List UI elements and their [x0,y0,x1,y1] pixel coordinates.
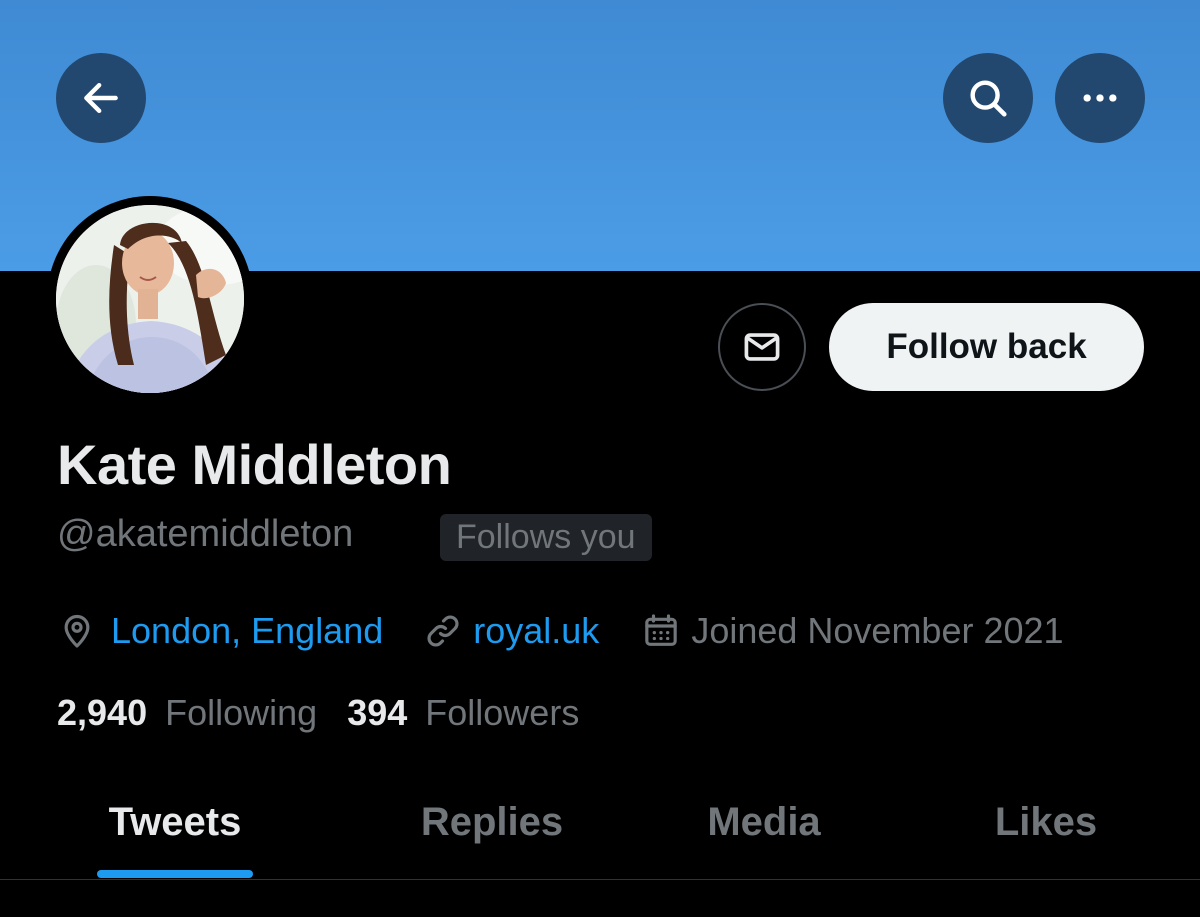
following-label: Following [165,692,318,733]
following-stat[interactable]: 2,940 Following [57,692,317,734]
location-pin-icon [64,614,90,648]
avatar-image [56,205,244,393]
follow-back-button[interactable]: Follow back [829,303,1144,391]
search-icon [970,80,1007,117]
arrow-left-icon [84,82,118,114]
link-icon [427,615,459,647]
message-button[interactable] [718,303,806,391]
envelope-icon [744,333,780,361]
tab-likes[interactable]: Likes [926,770,1166,874]
joined-date: Joined November 2021 [641,610,1064,652]
following-count: 2,940 [57,692,148,733]
tab-media[interactable]: Media [644,770,884,874]
follows-you-badge: Follows you [440,514,652,561]
website[interactable]: royal.uk [423,610,599,652]
followers-count: 394 [347,692,408,733]
follow-stats: 2,940 Following 394 Followers [57,686,579,740]
tab-replies[interactable]: Replies [372,770,612,874]
avatar[interactable] [47,196,253,402]
location-text: London, England [111,610,384,651]
profile-handle: @akatemiddleton [57,513,354,555]
followers-label: Followers [425,692,580,733]
active-tab-indicator [97,870,253,878]
back-button[interactable] [56,53,146,143]
search-button[interactable] [943,53,1033,143]
calendar-icon [645,614,678,646]
website-link[interactable]: royal.uk [473,610,599,652]
more-button[interactable] [1055,53,1145,143]
tabs-divider [0,879,1200,880]
more-horizontal-icon [1083,94,1117,102]
profile-name: Kate Middleton [57,433,452,496]
profile-meta: London, England royal.uk Joined November… [57,604,1064,658]
profile-tabs: Tweets Replies Media Likes [0,770,1200,880]
followers-stat[interactable]: 394 Followers [347,692,579,734]
joined-text: Joined November 2021 [691,610,1064,651]
tab-tweets[interactable]: Tweets [55,770,295,874]
location: London, England [57,610,383,652]
